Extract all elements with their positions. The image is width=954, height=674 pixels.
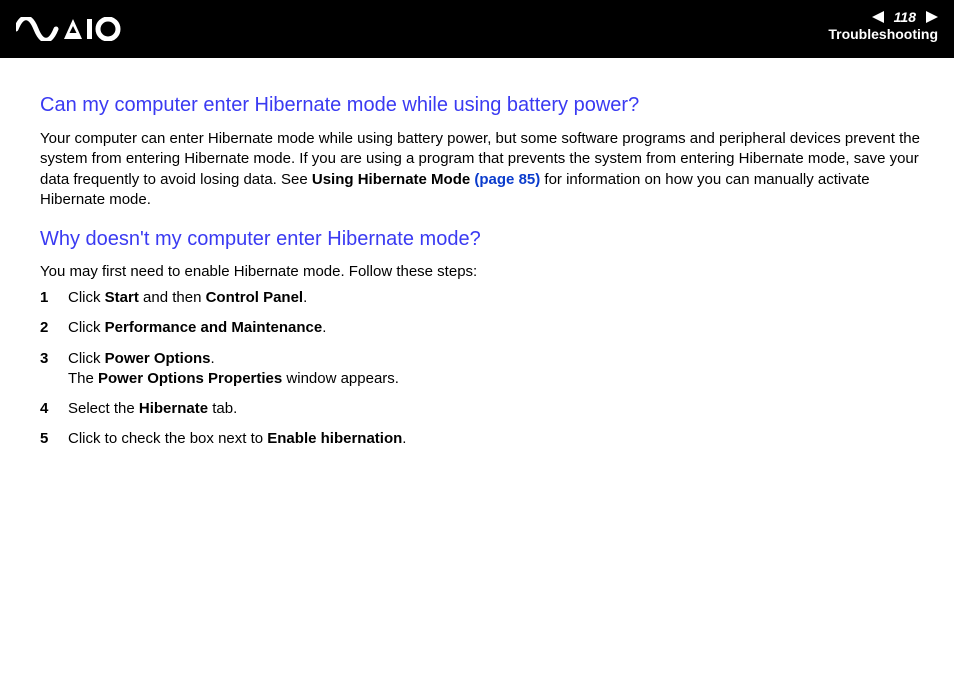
step-text: . — [303, 289, 307, 306]
step-bold: Power Options Properties — [98, 370, 282, 387]
step-item: Click to check the box next to Enable hi… — [40, 429, 920, 449]
step-bold: Control Panel — [206, 289, 304, 306]
step-bold: Power Options — [105, 350, 211, 367]
step-item: Select the Hibernate tab. — [40, 399, 920, 419]
step-text: Select the — [68, 400, 139, 417]
step-text: and then — [139, 289, 206, 306]
step-text: . — [211, 350, 215, 367]
step-item: Click Start and then Control Panel. — [40, 288, 920, 308]
vaio-logo — [16, 17, 126, 41]
step-item: Click Power Options. The Power Options P… — [40, 349, 920, 390]
page-link-85[interactable]: (page 85) — [474, 171, 540, 188]
page-content: Can my computer enter Hibernate mode whi… — [0, 58, 954, 450]
step-text: tab. — [208, 400, 237, 417]
step-text: . — [402, 430, 406, 447]
steps-list: Click Start and then Control Panel. Clic… — [40, 288, 920, 450]
step-bold: Hibernate — [139, 400, 208, 417]
step-text: Click — [68, 319, 105, 336]
header-right: 118 Troubleshooting — [828, 10, 938, 42]
answer-paragraph-1: Your computer can enter Hibernate mode w… — [40, 129, 920, 210]
page-nav: 118 — [828, 10, 938, 24]
question-heading-2: Why doesn't my computer enter Hibernate … — [40, 228, 920, 251]
prev-page-arrow-icon[interactable] — [872, 11, 890, 23]
step-bold: Enable hibernation — [267, 430, 402, 447]
header-section-title: Troubleshooting — [828, 26, 938, 42]
question-heading-1: Can my computer enter Hibernate mode whi… — [40, 94, 920, 117]
page-number: 118 — [890, 10, 920, 24]
answer-1-bold: Using Hibernate Mode — [312, 171, 475, 188]
step-text: window appears. — [282, 370, 399, 387]
step-text: . — [322, 319, 326, 336]
step-bold: Start — [105, 289, 139, 306]
answer-2-intro: You may first need to enable Hibernate m… — [40, 263, 920, 280]
step-text: Click — [68, 350, 105, 367]
step-bold: Performance and Maintenance — [105, 319, 323, 336]
step-text: The — [68, 370, 98, 387]
step-text: Click — [68, 289, 105, 306]
next-page-arrow-icon[interactable] — [920, 11, 938, 23]
step-item: Click Performance and Maintenance. — [40, 318, 920, 338]
header-bar: 118 Troubleshooting — [0, 0, 954, 58]
step-text: Click to check the box next to — [68, 430, 267, 447]
